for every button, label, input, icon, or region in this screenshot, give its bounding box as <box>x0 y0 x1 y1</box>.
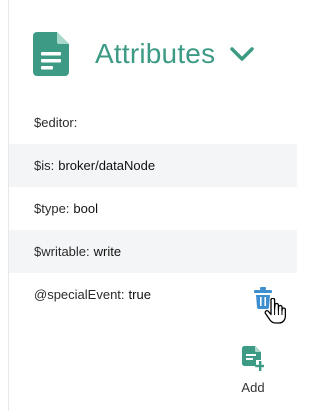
attribute-key: $writable: <box>34 244 90 259</box>
attribute-key: @specialEvent: <box>34 287 125 302</box>
attributes-panel: Attributes $editor: $is: broker/dataNode… <box>0 0 297 411</box>
hand-pointer-cursor-icon <box>264 298 286 324</box>
attribute-value: write <box>93 244 122 259</box>
attribute-row-is: $is: broker/dataNode <box>9 144 297 187</box>
attribute-key: $is: <box>34 158 55 173</box>
attribute-key: $editor: <box>34 115 78 130</box>
attribute-value: bool <box>73 201 98 216</box>
section-title: Attributes <box>95 38 216 69</box>
attribute-value: broker/dataNode <box>58 158 156 173</box>
attribute-row-editor: $editor: <box>9 101 297 144</box>
add-document-icon <box>242 346 264 371</box>
add-label: Add <box>241 380 265 395</box>
attribute-row-writable: $writable: write <box>9 230 297 273</box>
attribute-row-type: $type: bool <box>9 187 297 230</box>
attribute-key: $type: <box>34 201 70 216</box>
chevron-down-icon[interactable] <box>229 45 255 63</box>
attributes-header: Attributes <box>33 30 293 78</box>
add-attribute-button[interactable]: Add <box>230 346 276 395</box>
attribute-list: $editor: $is: broker/dataNode $type: boo… <box>9 101 297 316</box>
attribute-value: true <box>128 287 151 302</box>
document-icon <box>33 32 69 76</box>
